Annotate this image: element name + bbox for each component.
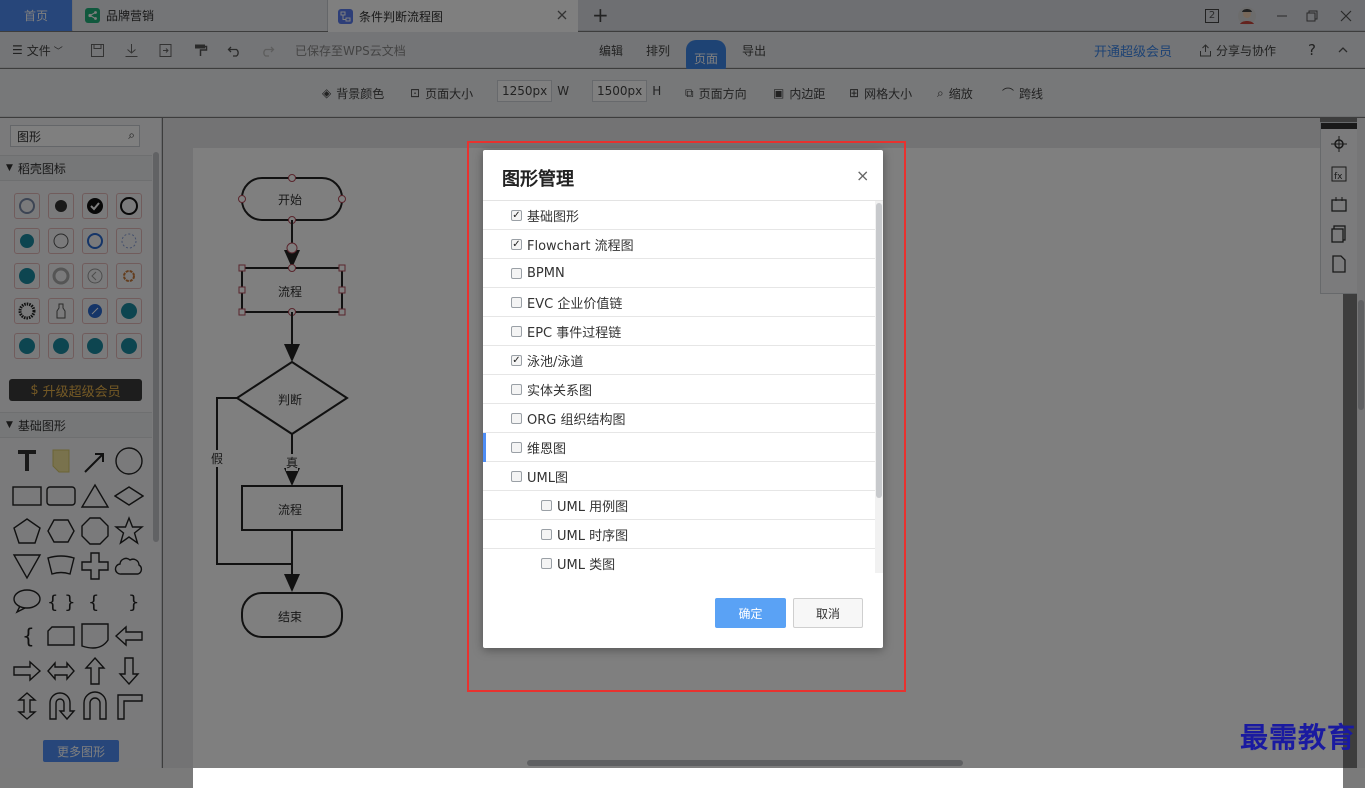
- shape-category-list: ✓ 基础图形 ✓ Flowchart 流程图 BPMN EVC 企业价值链 EPC 事件过程…: [483, 201, 875, 573]
- confirm-button[interactable]: 确定: [715, 598, 786, 628]
- shape-category-label: EPC 事件过程链: [527, 325, 622, 341]
- cancel-button[interactable]: 取消: [793, 598, 863, 628]
- checkbox[interactable]: [541, 528, 552, 540]
- checkbox[interactable]: [511, 441, 522, 453]
- checkbox[interactable]: [511, 470, 522, 482]
- watermark: 最需教育: [1240, 721, 1357, 754]
- shape-category-label: UML图: [527, 470, 568, 486]
- shape-category-label: 维恩图: [527, 441, 567, 457]
- checkbox-checked[interactable]: ✓: [511, 354, 522, 366]
- shape-category-label: 实体关系图: [527, 383, 593, 399]
- checkbox[interactable]: [541, 499, 552, 511]
- checkbox[interactable]: [511, 296, 522, 308]
- shape-category-item[interactable]: ORG 组织结构图: [483, 404, 875, 433]
- shape-category-item[interactable]: UML 类图: [483, 549, 875, 573]
- shape-category-label: UML 时序图: [557, 528, 629, 544]
- checkbox[interactable]: [511, 267, 522, 279]
- checkbox[interactable]: [541, 557, 552, 569]
- shape-category-label: BPMN: [527, 265, 565, 281]
- shape-category-label: UML 用例图: [557, 499, 629, 515]
- shape-category-label: 泳池/泳道: [527, 354, 584, 370]
- checkbox-checked[interactable]: ✓: [511, 209, 522, 221]
- shape-category-item[interactable]: EVC 企业价值链: [483, 288, 875, 317]
- shape-category-label: UML 类图: [557, 557, 616, 573]
- checkbox-checked[interactable]: ✓: [511, 238, 522, 250]
- close-icon[interactable]: ×: [856, 166, 869, 185]
- shape-category-item[interactable]: UML 时序图: [483, 520, 875, 549]
- shape-category-label: Flowchart 流程图: [527, 238, 634, 254]
- shape-category-item[interactable]: 维恩图: [483, 433, 875, 462]
- shape-category-label: EVC 企业价值链: [527, 296, 623, 312]
- shape-category-item[interactable]: UML 用例图: [483, 491, 875, 520]
- shape-category-item[interactable]: ✓ Flowchart 流程图: [483, 230, 875, 259]
- shape-category-item[interactable]: 实体关系图: [483, 375, 875, 404]
- shape-category-item[interactable]: ✓ 基础图形: [483, 201, 875, 230]
- shape-category-item[interactable]: BPMN: [483, 259, 875, 288]
- dialog-title: 图形管理: [502, 169, 574, 190]
- checkbox[interactable]: [511, 412, 522, 424]
- checkbox[interactable]: [511, 325, 522, 337]
- shape-category-item[interactable]: UML图: [483, 462, 875, 491]
- shape-manager-dialog: 图形管理 × ✓ 基础图形 ✓ Flowchart 流程图 BPMN EVC 企业价值链 E…: [483, 150, 883, 648]
- checkbox[interactable]: [511, 383, 522, 395]
- shape-category-item[interactable]: EPC 事件过程链: [483, 317, 875, 346]
- shape-category-label: 基础图形: [527, 209, 580, 225]
- shape-category-label: ORG 组织结构图: [527, 412, 626, 428]
- shape-category-item[interactable]: ✓ 泳池/泳道: [483, 346, 875, 375]
- dialog-scroll-thumb[interactable]: [876, 203, 882, 498]
